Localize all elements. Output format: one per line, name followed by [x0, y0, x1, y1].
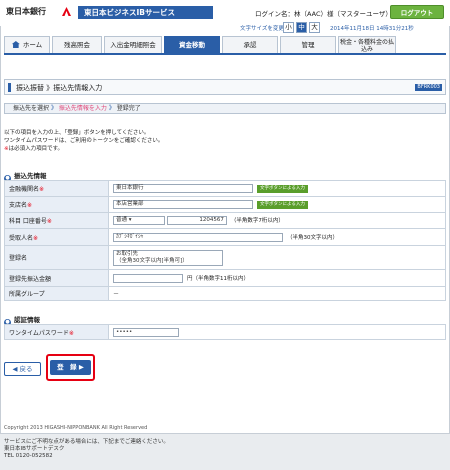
font-size-label: 文字サイズを変更 — [240, 26, 284, 32]
login-info: ログイン名：林（AAC）様（マスターユーザ） — [255, 10, 392, 18]
register-name-cell: お取引先 （全角30文字以内[半角可]） — [108, 245, 446, 270]
home-icon — [11, 41, 20, 48]
instruction-line: 以下の項目を入力の上、「登録」ボタンを押してください。 — [4, 130, 150, 136]
tab-approval[interactable]: 承認 — [222, 36, 278, 53]
step-indicator: 振込先を選択 》 振込先情報を入力 》 登録完了 — [4, 103, 446, 114]
account-cell: 普通 ▾ 1204567 （半角数字7桁以内） — [108, 212, 446, 229]
bank-cell: 東日本銀行 文字ボタンによる入力 — [108, 180, 446, 197]
tab-home[interactable]: ホーム — [4, 36, 50, 53]
recipient-label: 受取人名※ — [4, 228, 109, 246]
otp-cell: ••••• — [108, 324, 446, 340]
footer-phone: TEL 0120-052582 — [4, 453, 53, 459]
recipient-note: （半角30文字以内） — [287, 234, 338, 241]
footer-line: 東日本IBサポートデスク — [4, 446, 65, 452]
recipient-input[interactable]: ｶﾌﾞｼｷｶﾞｲｼｬ — [113, 232, 283, 242]
font-size-medium-button[interactable]: 中 — [296, 22, 307, 33]
otp-label: ワンタイムパスワード※ — [4, 324, 109, 340]
page-title-bar: 振込振替 》振込先情報入力 BFRK003 — [4, 79, 446, 95]
amount-input[interactable] — [113, 273, 183, 283]
bank-char-input-button[interactable]: 文字ボタンによる入力 — [257, 184, 308, 193]
payee-form: 金融機関名※ 東日本銀行 文字ボタンによる入力 支店名※ 本店営業部 文字ボタンによ… — [4, 180, 446, 301]
step-3: 登録完了 — [116, 105, 141, 112]
required-note: は必須入力項目です。 — [8, 146, 64, 152]
footer-line: サービスにご不明な点がある場合には、下記までご連絡ください。 — [4, 439, 169, 445]
instructions: 以下の項目を入力の上、「登録」ボタンを押してください。 ワンタイムパスワードは、… — [4, 129, 163, 153]
section-title: 振込先情報 — [14, 172, 47, 180]
title-accent — [8, 83, 11, 92]
header: 東日本銀行 東日本ビジネスIBサービス ログイン名：林（AAC）様（マスターユー… — [0, 0, 450, 26]
instruction-line: ※は必須入力項目です。 — [4, 145, 163, 153]
tab-transfer[interactable]: 資金移動 — [164, 36, 220, 53]
account-number-input[interactable]: 1204567 — [166, 216, 227, 225]
account-note: （半角数字7桁以内） — [230, 218, 284, 224]
tab-balance[interactable]: 残高照会 — [52, 36, 102, 53]
auth-form: ワンタイムパスワード※ ••••• — [4, 324, 446, 340]
amount-cell: 円（半角数字11桁以内） — [108, 269, 446, 287]
footer: サービスにご不明な点がある場合には、下記までご連絡ください。 東日本IBサポート… — [0, 433, 450, 470]
back-button[interactable]: ◀ 戻る — [4, 362, 41, 376]
branch-cell: 本店営業部 文字ボタンによる入力 — [108, 196, 446, 213]
bank-logo: 東日本銀行 — [6, 7, 46, 16]
register-name-label: 登録名 — [4, 245, 109, 270]
group-value: － — [108, 286, 446, 301]
page-title: 振込振替 》振込先情報入力 — [16, 84, 103, 92]
bank-label: 金融機関名※ — [4, 180, 109, 197]
step-1: 振込先を選択 — [13, 105, 50, 112]
account-type-select[interactable]: 普通 ▾ — [113, 216, 165, 225]
branch-char-input-button[interactable]: 文字ボタンによる入力 — [257, 200, 308, 209]
bank-mark-icon — [62, 7, 71, 16]
register-name-input[interactable]: お取引先 （全角30文字以内[半角可]） — [113, 249, 223, 266]
font-size-small-button[interactable]: 小 — [283, 22, 294, 33]
group-label: 所属グループ — [4, 286, 109, 301]
tab-payment[interactable]: 税金・各種料金の払込み — [338, 36, 396, 53]
screen-code: BFRK003 — [415, 84, 442, 91]
instruction-line: ワンタイムパスワードは、ご利用のトークンをご確認ください。 — [4, 138, 164, 144]
section-title: 認証情報 — [14, 316, 40, 324]
main-nav: ホーム 残高照会 入出金明細照会 資金移動 承認 管理 税金・各種料金の払込み — [4, 36, 446, 55]
step-2-current: 振込先情報を入力 — [58, 105, 107, 112]
recipient-cell: ｶﾌﾞｼｷｶﾞｲｼｬ （半角30文字以内） — [108, 228, 446, 246]
font-size-large-button[interactable]: 大 — [309, 22, 320, 33]
logout-button[interactable]: ログアウト — [390, 5, 444, 19]
branch-label: 支店名※ — [4, 196, 109, 213]
datetime: 2014年11月18日 14時31分21秒 — [330, 26, 414, 32]
branch-name-input[interactable]: 本店営業部 — [113, 200, 253, 209]
step-arrow-icon: 》 — [108, 105, 115, 112]
step-arrow-icon: 》 — [50, 105, 57, 112]
copyright: Copyright 2013 HIGASHI-NIPPONBANK All Ri… — [4, 425, 148, 431]
amount-label: 登録先振込金額 — [4, 269, 109, 287]
otp-input[interactable]: ••••• — [113, 327, 179, 337]
service-title: 東日本ビジネスIBサービス — [78, 6, 213, 19]
amount-note: 円（半角数字11桁以内） — [187, 275, 249, 282]
tab-statement[interactable]: 入出金明細照会 — [104, 36, 162, 53]
account-label: 科目 口座番号※ — [4, 212, 109, 229]
tab-admin[interactable]: 管理 — [280, 36, 336, 53]
register-button[interactable]: 登 録 ▶ — [50, 360, 91, 375]
bank-name-input[interactable]: 東日本銀行 — [113, 184, 253, 193]
